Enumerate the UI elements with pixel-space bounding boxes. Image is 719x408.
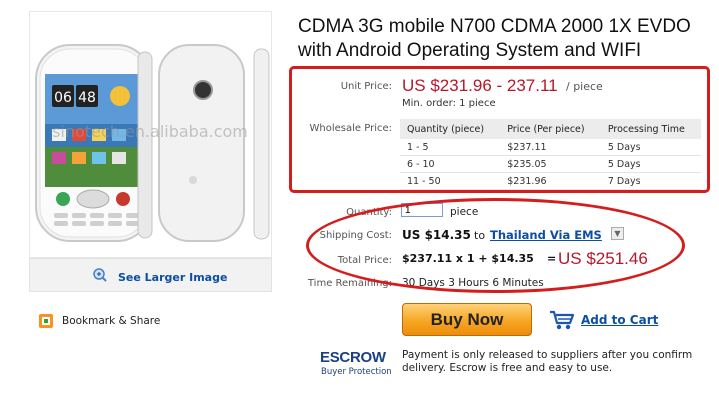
phone-clock-hour: 06 [54,90,72,106]
product-title: CDMA 3G mobile N700 CDMA 2000 1X EVDO wi… [298,16,691,61]
phone-clock-minute: 48 [78,90,96,106]
bookmark-share-icon[interactable] [38,313,54,329]
cart-icon[interactable] [549,309,575,331]
image-watermark: sinotech.en.alibaba.com [52,122,248,141]
see-larger-image-link[interactable]: See Larger Image [118,271,227,284]
escrow-logo: ESCROW [320,349,386,366]
product-image-panel[interactable]: 06 48 sinotech.en.alibaba.com [29,11,272,258]
bookmark-share-link[interactable]: Bookmark & Share [62,315,160,327]
add-to-cart-link[interactable]: Add to Cart [581,313,658,327]
escrow-note: Payment is only released to suppliers af… [402,349,693,374]
escrow-subtitle: Buyer Protection [321,367,392,377]
buy-now-button[interactable]: Buy Now [402,303,532,336]
product-photo: 06 48 sinotech.en.alibaba.com [35,44,270,242]
zoom-icon[interactable] [93,268,107,282]
highlight-ellipse [306,198,685,293]
highlight-rectangle [289,66,710,193]
